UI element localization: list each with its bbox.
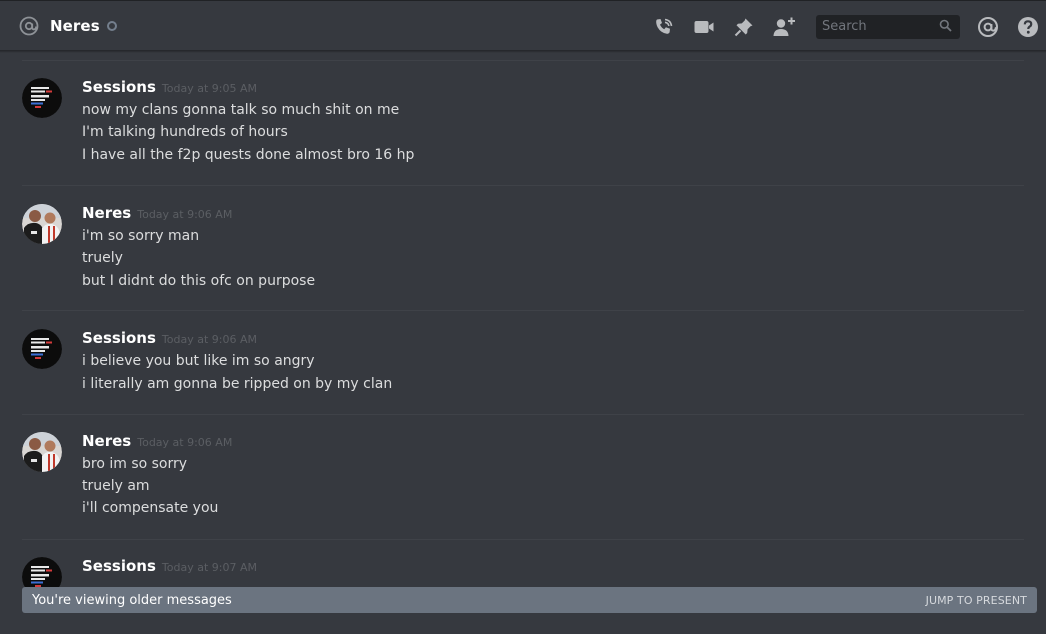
message-text: truely — [82, 250, 123, 266]
mentions-icon — [977, 16, 999, 38]
avatar[interactable] — [22, 204, 62, 244]
message-list[interactable]: Sessions Today at 9:05 AM now my clans g… — [0, 52, 1046, 634]
username[interactable]: Neres — [82, 432, 131, 450]
username[interactable]: Neres — [82, 204, 131, 222]
message-text: I have all the f2p quests done almost br… — [82, 147, 415, 163]
search-icon — [939, 17, 952, 36]
video-call-button[interactable] — [692, 15, 716, 39]
message-header: Neres Today at 9:06 AM — [82, 432, 232, 450]
message-text: bro im so sorry — [82, 456, 188, 472]
at-icon — [19, 16, 39, 36]
avatar[interactable] — [22, 78, 62, 118]
timestamp: Today at 9:06 AM — [137, 436, 233, 449]
divider — [22, 310, 1024, 311]
mentions-button[interactable] — [976, 15, 1000, 39]
add-friend-to-dm-button[interactable] — [772, 15, 796, 39]
help-button[interactable] — [1016, 15, 1040, 39]
pin-icon — [733, 16, 755, 38]
message-text: truely am — [82, 478, 150, 494]
older-messages-banner: You're viewing older messages JUMP TO PR… — [22, 587, 1037, 613]
dm-recipient-name: Neres — [50, 16, 100, 35]
search-input[interactable] — [822, 19, 932, 34]
timestamp: Today at 9:05 AM — [161, 82, 257, 95]
timestamp: Today at 9:06 AM — [137, 208, 233, 221]
dm-chat-window: Neres Search Sessions Today at 9:05 AM n… — [0, 0, 1046, 634]
username[interactable]: Sessions — [82, 78, 156, 96]
status-indicator — [106, 20, 117, 31]
timestamp: Today at 9:06 AM — [161, 333, 257, 346]
video-icon — [693, 16, 715, 38]
message-text: i believe you but like im so angry — [82, 353, 315, 369]
message-text: i'm so sorry man — [82, 228, 200, 244]
message-header: Sessions Today at 9:06 AM — [82, 329, 257, 347]
message-text: now my clans gonna talk so much shit on … — [82, 102, 400, 118]
divider — [22, 185, 1024, 186]
message-text: but I didnt do this ofc on purpose — [82, 273, 316, 289]
divider — [22, 539, 1024, 540]
call-icon — [653, 16, 675, 38]
username[interactable]: Sessions — [82, 557, 156, 575]
divider — [22, 60, 1024, 61]
message-header: Neres Today at 9:06 AM — [82, 204, 232, 222]
message-text: i'll compensate you — [82, 500, 219, 516]
timestamp: Today at 9:07 AM — [161, 561, 257, 574]
header-left: Neres — [19, 16, 117, 36]
divider — [22, 414, 1024, 415]
help-icon — [1017, 16, 1039, 38]
call-button[interactable] — [652, 15, 676, 39]
jump-to-present-button[interactable]: JUMP TO PRESENT — [926, 594, 1027, 607]
pinned-messages-button[interactable] — [732, 15, 756, 39]
username[interactable]: Sessions — [82, 329, 156, 347]
header-toolbar — [652, 1, 1046, 52]
message-text: I'm talking hundreds of hours — [82, 124, 288, 140]
message-header: Sessions Today at 9:05 AM — [82, 78, 257, 96]
older-messages-text: You're viewing older messages — [32, 592, 232, 608]
message-header: Sessions Today at 9:07 AM — [82, 557, 257, 575]
add-friend-icon — [772, 16, 796, 38]
avatar[interactable] — [22, 432, 62, 472]
search-bar[interactable] — [816, 14, 960, 39]
channel-header: Neres — [0, 0, 1046, 51]
avatar[interactable] — [22, 329, 62, 369]
message-text: i literally am gonna be ripped on by my … — [82, 376, 393, 392]
